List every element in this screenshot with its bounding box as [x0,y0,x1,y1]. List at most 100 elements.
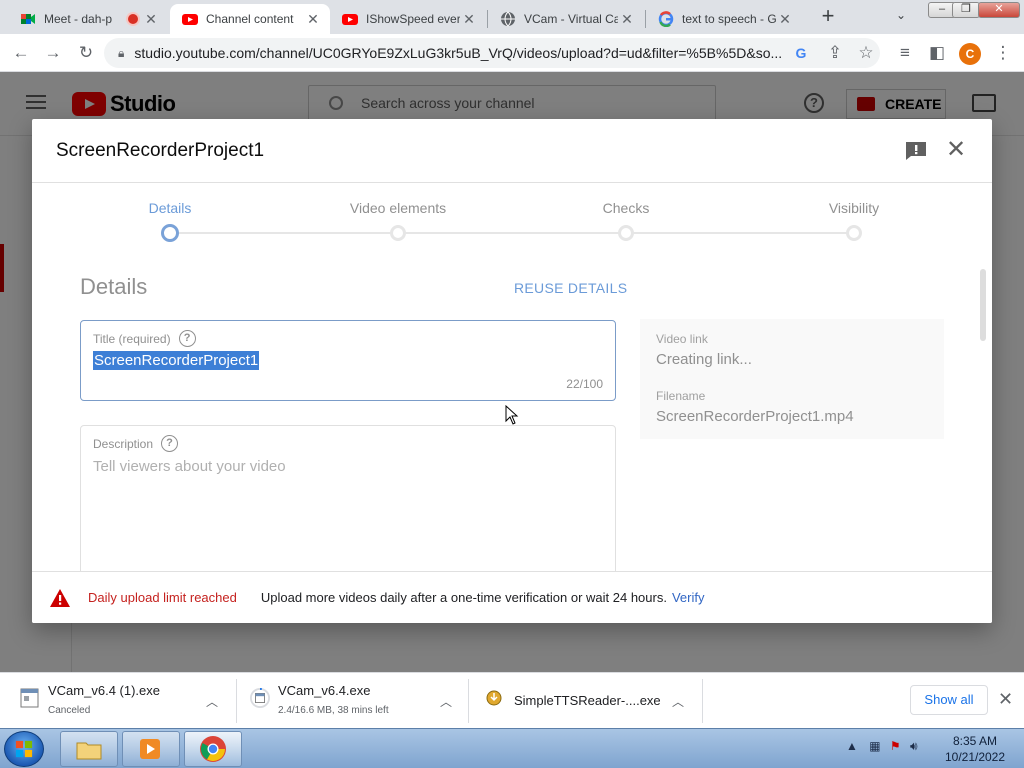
tab-text-to-speech[interactable]: text to speech - G ✕ [646,4,802,34]
title-char-counter: 22/100 [566,377,603,391]
title-field[interactable]: Title (required) ? ScreenRecorderProject… [80,320,616,401]
url-text[interactable]: studio.youtube.com/channel/UC0GRYoE9ZxLu… [134,45,880,61]
upload-stepper: Details Video elements Checks Visibility [32,183,992,263]
reload-icon[interactable]: ↻ [75,42,97,64]
tab-title: Channel content [206,12,294,26]
verify-link[interactable]: Verify [672,590,705,605]
media-player-icon [140,739,160,759]
feedback-icon[interactable] [905,141,927,161]
filename-value: ScreenRecorderProject1.mp4 [656,408,854,425]
description-field[interactable]: Description ? Tell viewers about your vi… [80,425,616,585]
tab-search-chevron-icon[interactable]: ⌄ [896,8,906,22]
folder-icon [76,742,102,760]
start-button[interactable] [4,731,44,767]
dialog-scrollbar[interactable] [980,269,986,341]
youtube-icon [342,14,358,25]
download-progress-icon [250,687,270,708]
kebab-menu-icon[interactable]: ⋮ [992,42,1014,64]
tab-title: VCam - Virtual Ca [524,12,618,26]
tab-ishowspeed[interactable]: IShowSpeed ever ✕ [330,4,486,34]
back-arrow-icon[interactable]: ← [10,42,32,64]
step-checks-dot[interactable] [618,225,634,241]
mouse-cursor-icon [505,405,519,425]
share-icon[interactable]: ⇪ [824,42,846,64]
tab-title: text to speech - G [682,12,776,26]
download-item[interactable]: VCam_v6.4.exe 2.4/16.6 MB, 38 mins left … [250,679,460,723]
warning-icon [50,588,70,607]
tab-title: IShowSpeed ever [366,12,460,26]
youtube-icon [182,14,198,25]
google-translate-icon[interactable]: G [790,42,812,64]
description-placeholder: Tell viewers about your video [93,458,286,475]
upload-limit-banner: Daily upload limit reached Upload more v… [32,571,992,623]
media-queue-icon[interactable]: ≡ [894,42,916,64]
reuse-details-button[interactable]: REUSE DETAILS [514,280,627,296]
taskbar-media-player[interactable] [122,731,180,767]
dialog-title: ScreenRecorderProject1 [56,140,265,161]
download-item[interactable]: VCam_v6.4 (1).exe Canceled ︿ [20,679,230,723]
show-hidden-icons-icon[interactable]: ▲ [846,739,858,753]
exe-file-icon [20,688,39,708]
shelf-separator [702,679,703,723]
bookmark-star-icon[interactable]: ☆ [855,42,877,64]
tab-meet[interactable]: Meet - dah-p ✕ [8,4,168,34]
restore-button[interactable]: ❐ [952,2,980,18]
lock-icon[interactable]: 🔒︎ [118,46,124,61]
video-info-card: Video link Creating link... Filename Scr… [640,319,944,439]
download-filename: VCam_v6.4.exe [278,683,371,698]
section-heading: Details [80,274,148,299]
windows-taskbar: ▲ ▦ ⚑ 🔊︎ 8:35 AM 10/21/2022 [0,728,1024,768]
close-tab-icon[interactable]: ✕ [460,11,478,28]
download-item[interactable]: SimpleTTSReader-....exe ︿ [486,679,696,723]
step-details-label[interactable]: Details [149,200,192,216]
address-bar[interactable]: 🔒︎ studio.youtube.com/channel/UC0GRYoE9Z… [104,38,880,68]
filename-label: Filename [656,389,706,403]
taskbar-file-explorer[interactable] [60,731,118,767]
chevron-up-icon[interactable]: ︿ [672,693,684,710]
title-input-value[interactable]: ScreenRecorderProject1 [93,351,260,370]
step-visibility-label[interactable]: Visibility [829,200,879,216]
close-tab-icon[interactable]: ✕ [304,11,322,28]
browser-tab-strip: Meet - dah-p ✕ Channel content ✕ IShowSp… [0,0,1024,34]
video-link-label: Video link [656,332,708,346]
close-tab-icon[interactable]: ✕ [618,11,636,28]
window-close-button[interactable]: ✕ [978,2,1020,18]
taskbar-clock[interactable]: 8:35 AM 10/21/2022 [940,733,1010,765]
tab-channel-content[interactable]: Channel content ✕ [170,4,330,34]
side-panel-icon[interactable]: ◧ [926,42,948,64]
tab-vcam[interactable]: VCam - Virtual Ca ✕ [488,4,644,34]
close-shelf-icon[interactable]: ✕ [998,689,1013,710]
close-tab-icon[interactable]: ✕ [776,11,794,28]
limit-reached-text: Daily upload limit reached [88,590,237,605]
chevron-up-icon[interactable]: ︿ [440,693,452,710]
help-circle-icon[interactable]: ? [178,330,196,347]
close-tab-icon[interactable]: ✕ [142,11,160,28]
profile-avatar[interactable]: C [959,43,981,65]
dialog-header: ScreenRecorderProject1 ✕ [32,119,992,183]
step-video-elements-label[interactable]: Video elements [350,200,446,216]
chevron-up-icon[interactable]: ︿ [206,693,218,710]
step-video-elements-dot[interactable] [390,225,406,241]
new-tab-button[interactable]: + [818,5,838,27]
upload-details-dialog: ScreenRecorderProject1 ✕ Details Video e… [32,119,992,623]
step-visibility-dot[interactable] [846,225,862,241]
taskbar-chrome[interactable] [184,731,242,767]
google-meet-icon [21,14,35,24]
help-circle-icon[interactable]: ? [161,435,179,452]
stepper-track [170,232,854,234]
windows-logo-icon [15,740,33,758]
flag-icon[interactable]: ⚑ [890,739,901,753]
close-icon[interactable]: ✕ [945,138,967,162]
google-icon [658,11,674,27]
step-checks-label[interactable]: Checks [603,200,650,216]
step-details-dot[interactable] [161,224,179,242]
network-icon[interactable]: ▦ [869,739,880,753]
forward-arrow-icon[interactable]: → [42,42,64,64]
show-all-downloads-button[interactable]: Show all [910,685,988,715]
download-filename: VCam_v6.4 (1).exe [48,683,160,698]
shelf-separator [236,679,237,723]
download-filename: SimpleTTSReader-....exe [514,693,661,708]
globe-icon [501,11,515,27]
browser-toolbar: ← → ↻ 🔒︎ studio.youtube.com/channel/UC0G… [0,34,1024,72]
volume-icon[interactable]: 🔊︎ [910,739,918,753]
